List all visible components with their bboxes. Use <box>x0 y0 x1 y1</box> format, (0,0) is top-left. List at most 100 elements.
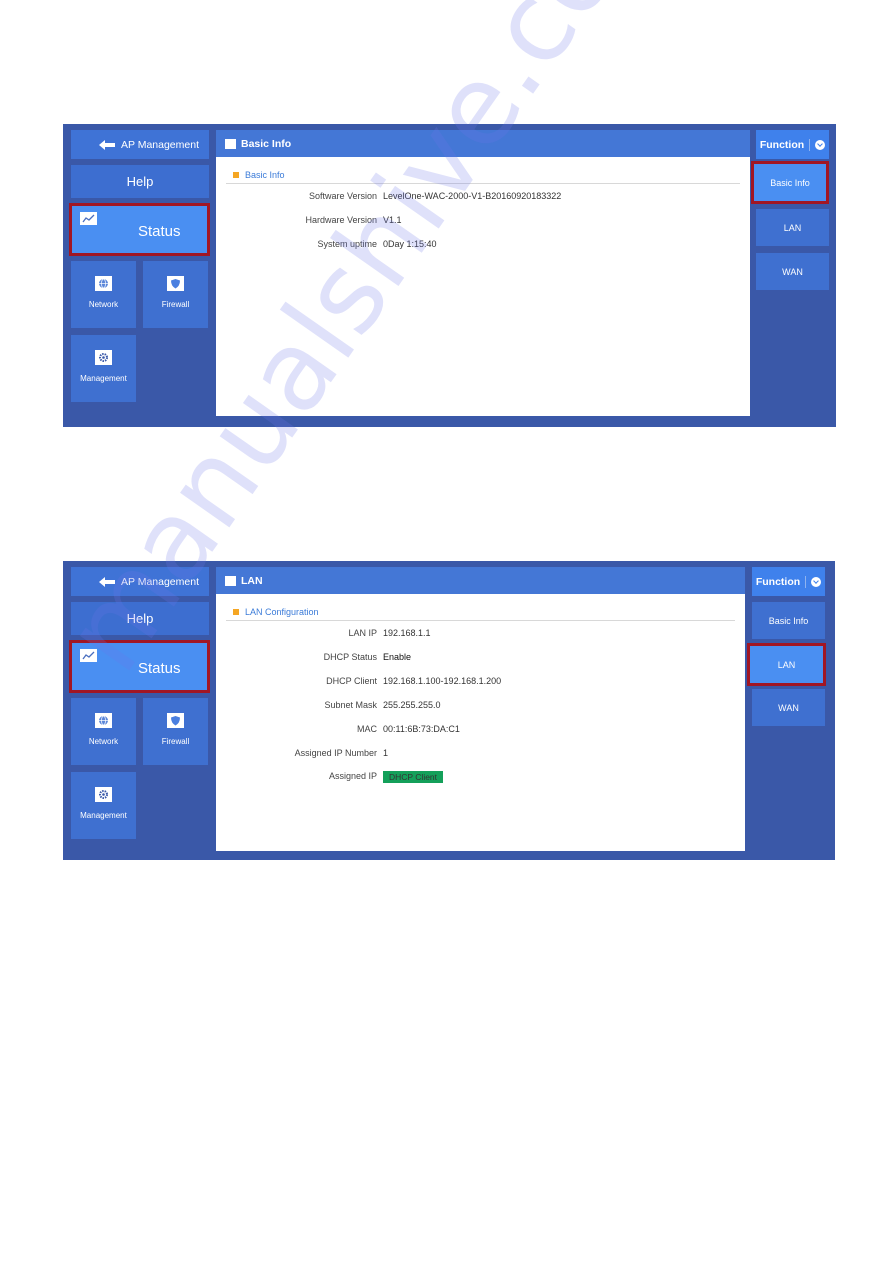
function-dropdown[interactable]: Function <box>756 130 829 159</box>
firewall-label: Firewall <box>161 300 190 309</box>
row-label: Hardware Version <box>305 215 377 225</box>
management-label: Management <box>80 374 127 383</box>
gear-icon <box>95 350 112 365</box>
management-label: Management <box>80 811 127 820</box>
function-dropdown[interactable]: Function <box>752 567 825 596</box>
firewall-tile[interactable]: Firewall <box>143 261 208 328</box>
ap-management-label: AP Management <box>120 138 199 151</box>
info-row: Assigned IP Number 1 <box>216 748 388 758</box>
help-button[interactable]: Help <box>71 165 209 198</box>
firewall-tile[interactable]: Firewall <box>143 698 208 765</box>
chevron-down-icon <box>811 576 822 587</box>
section-bullet-icon <box>233 609 239 615</box>
row-value: 192.168.1.1 <box>383 628 431 638</box>
function-item-wan[interactable]: WAN <box>756 253 829 290</box>
row-value: 00:11:6B:73:DA:C1 <box>383 724 460 734</box>
basic-info-screen: AP Management Help Status Network Firewa… <box>63 124 836 427</box>
row-label: Assigned IP <box>328 771 377 781</box>
section-title: LAN Configuration <box>226 604 735 621</box>
info-row: Software Version LevelOne-WAC-2000-V1-B2… <box>216 191 561 201</box>
chart-line-icon <box>80 212 97 225</box>
header-square-icon <box>225 138 236 149</box>
row-value: 0Day 1:15:40 <box>383 239 437 249</box>
network-label: Network <box>88 737 119 746</box>
header-square-icon <box>225 575 236 586</box>
info-row: DHCP Client 192.168.1.100-192.168.1.200 <box>216 676 501 686</box>
row-value: V1.1 <box>383 215 402 225</box>
network-label: Network <box>88 300 119 309</box>
row-label: Assigned IP Number <box>294 748 377 758</box>
row-label: LAN IP <box>348 628 377 638</box>
row-label: System uptime <box>317 239 377 249</box>
chart-line-icon <box>80 649 97 662</box>
row-value: LevelOne-WAC-2000-V1-B20160920183322 <box>383 191 562 201</box>
shield-icon <box>167 276 184 291</box>
ap-management-label: AP Management <box>120 575 199 588</box>
row-label: Software Version <box>308 191 377 201</box>
info-row: Assigned IP DHCP Client <box>216 771 444 783</box>
info-row: System uptime 0Day 1:15:40 <box>216 239 437 249</box>
gear-icon <box>95 787 112 802</box>
divider <box>809 138 811 151</box>
help-label: Help <box>126 611 154 626</box>
function-item-lan[interactable]: LAN <box>747 643 826 686</box>
back-arrow-icon <box>98 576 115 587</box>
help-button[interactable]: Help <box>71 602 209 635</box>
section-title-text: Basic Info <box>245 170 285 180</box>
status-tile[interactable]: Status <box>69 640 210 693</box>
shield-icon <box>167 713 184 728</box>
row-value: 1 <box>383 748 389 758</box>
network-tile[interactable]: Network <box>71 261 136 328</box>
function-item-label: Basic Info <box>770 177 810 188</box>
function-item-lan[interactable]: LAN <box>756 209 829 246</box>
row-value: 192.168.1.100-192.168.1.200 <box>383 676 502 686</box>
management-tile[interactable]: Management <box>71 772 136 839</box>
row-value: Enable <box>383 652 412 662</box>
function-item-label: Basic Info <box>768 615 809 626</box>
ap-management-button[interactable]: AP Management <box>71 567 209 596</box>
panel-title: Basic Info <box>241 137 292 150</box>
network-tile[interactable]: Network <box>71 698 136 765</box>
info-row: Hardware Version V1.1 <box>216 215 402 225</box>
panel-title: LAN <box>241 574 263 587</box>
dhcp-client-badge: DHCP Client <box>383 771 444 783</box>
help-label: Help <box>126 174 154 189</box>
function-item-label: LAN <box>777 659 796 670</box>
section-title: Basic Info <box>226 167 740 184</box>
function-item-basic-info[interactable]: Basic Info <box>751 161 829 204</box>
row-value: 255.255.255.0 <box>383 700 441 710</box>
panel-body: LAN Configuration LAN IP 192.168.1.1 DHC… <box>216 594 745 851</box>
status-label: Status <box>138 223 181 240</box>
info-row: LAN IP 192.168.1.1 <box>216 628 431 638</box>
info-row: MAC 00:11:6B:73:DA:C1 <box>216 724 460 734</box>
row-label: MAC <box>357 724 377 734</box>
function-label: Function <box>755 575 801 588</box>
function-item-label: WAN <box>782 266 803 277</box>
firewall-label: Firewall <box>161 737 190 746</box>
globe-icon <box>95 713 112 728</box>
row-label: Subnet Mask <box>324 700 377 710</box>
function-item-label: LAN <box>783 222 802 233</box>
status-tile[interactable]: Status <box>69 203 210 256</box>
section-bullet-icon <box>233 172 239 178</box>
globe-icon <box>95 276 112 291</box>
panel-header: LAN <box>216 567 745 594</box>
panel-header: Basic Info <box>216 130 750 157</box>
ap-management-button[interactable]: AP Management <box>71 130 209 159</box>
management-tile[interactable]: Management <box>71 335 136 402</box>
function-item-label: WAN <box>778 702 799 713</box>
chevron-down-icon <box>815 139 826 150</box>
panel-body: Basic Info Software Version LevelOne-WAC… <box>216 157 750 416</box>
divider <box>805 575 807 588</box>
row-label: DHCP Client <box>326 676 377 686</box>
row-label: DHCP Status <box>323 652 377 662</box>
function-item-basic-info[interactable]: Basic Info <box>752 602 825 639</box>
info-row: Subnet Mask 255.255.255.0 <box>216 700 441 710</box>
function-item-wan[interactable]: WAN <box>752 689 825 726</box>
info-row: DHCP Status Enable <box>216 652 411 662</box>
back-arrow-icon <box>98 139 115 150</box>
status-label: Status <box>138 660 181 677</box>
lan-screen: AP Management Help Status Network Firewa… <box>63 561 835 860</box>
section-title-text: LAN Configuration <box>245 607 319 617</box>
function-label: Function <box>759 138 805 151</box>
